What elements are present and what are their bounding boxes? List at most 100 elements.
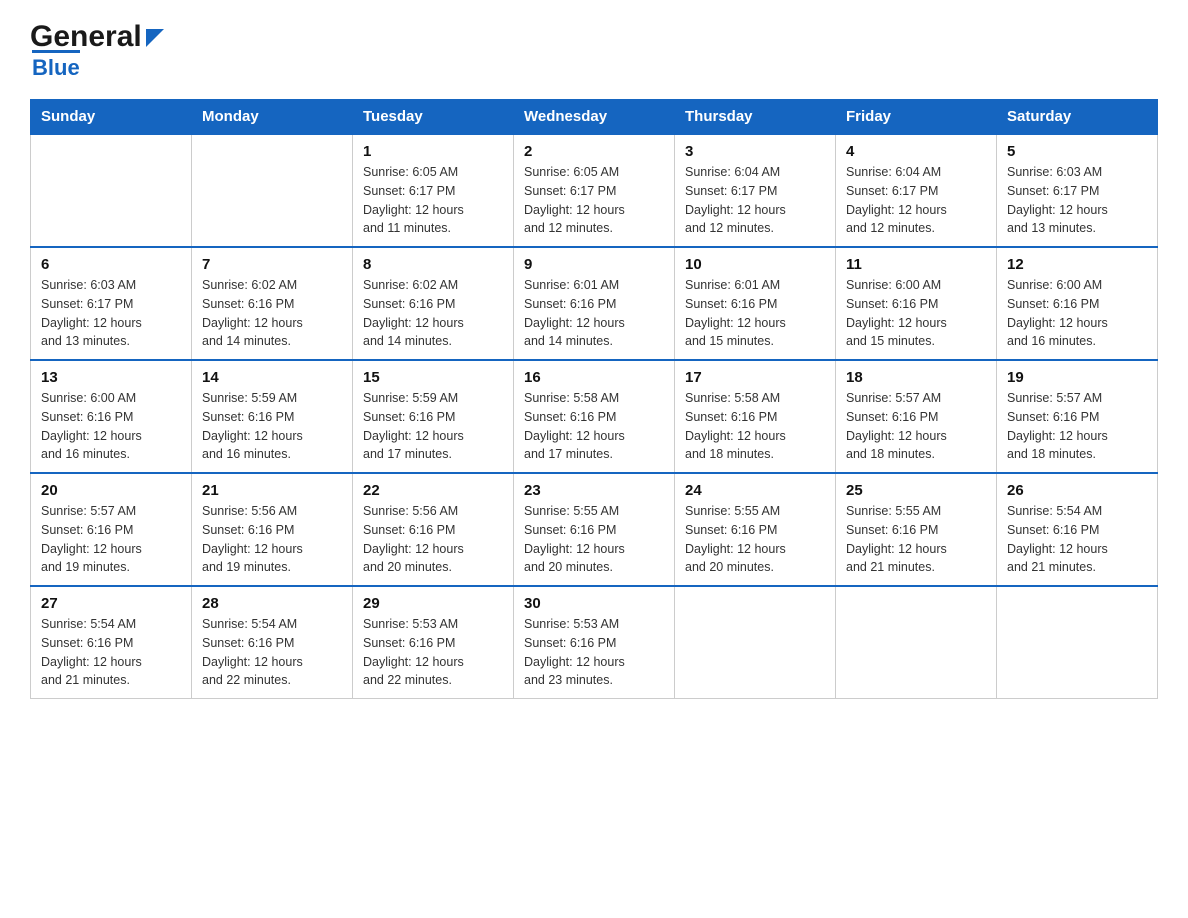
day-number: 1 bbox=[363, 143, 503, 160]
day-info: Sunrise: 6:01 AM Sunset: 6:16 PM Dayligh… bbox=[685, 276, 825, 351]
day-info: Sunrise: 5:58 AM Sunset: 6:16 PM Dayligh… bbox=[524, 389, 664, 464]
day-info: Sunrise: 6:03 AM Sunset: 6:17 PM Dayligh… bbox=[41, 276, 181, 351]
day-number: 10 bbox=[685, 256, 825, 273]
day-number: 25 bbox=[846, 482, 986, 499]
day-info: Sunrise: 6:00 AM Sunset: 6:16 PM Dayligh… bbox=[41, 389, 181, 464]
day-info: Sunrise: 5:55 AM Sunset: 6:16 PM Dayligh… bbox=[524, 502, 664, 577]
weekday-header-row: SundayMondayTuesdayWednesdayThursdayFrid… bbox=[31, 100, 1158, 135]
day-info: Sunrise: 6:05 AM Sunset: 6:17 PM Dayligh… bbox=[363, 163, 503, 238]
day-info: Sunrise: 6:00 AM Sunset: 6:16 PM Dayligh… bbox=[1007, 276, 1147, 351]
day-number: 28 bbox=[202, 595, 342, 612]
calendar-cell: 20 Sunrise: 5:57 AM Sunset: 6:16 PM Dayli… bbox=[31, 473, 192, 586]
day-info: Sunrise: 5:54 AM Sunset: 6:16 PM Dayligh… bbox=[41, 615, 181, 690]
calendar-cell: 10 Sunrise: 6:01 AM Sunset: 6:16 PM Dayli… bbox=[675, 247, 836, 360]
day-number: 30 bbox=[524, 595, 664, 612]
day-info: Sunrise: 6:02 AM Sunset: 6:16 PM Dayligh… bbox=[202, 276, 342, 351]
day-number: 15 bbox=[363, 369, 503, 386]
day-info: Sunrise: 5:57 AM Sunset: 6:16 PM Dayligh… bbox=[41, 502, 181, 577]
day-number: 4 bbox=[846, 143, 986, 160]
day-number: 16 bbox=[524, 369, 664, 386]
calendar-cell: 11Sunrise: 6:00 AM Sunset: 6:16 PM Dayli… bbox=[836, 247, 997, 360]
calendar-cell: 4 Sunrise: 6:04 AM Sunset: 6:17 PM Daylig… bbox=[836, 134, 997, 247]
day-number: 17 bbox=[685, 369, 825, 386]
logo-blue: Blue bbox=[32, 50, 80, 81]
day-number: 11 bbox=[846, 256, 986, 273]
day-number: 24 bbox=[685, 482, 825, 499]
logo-general: General bbox=[30, 20, 142, 54]
calendar-week-5: 27 Sunrise: 5:54 AM Sunset: 6:16 PM Dayli… bbox=[31, 586, 1158, 699]
day-info: Sunrise: 5:56 AM Sunset: 6:16 PM Dayligh… bbox=[202, 502, 342, 577]
day-info: Sunrise: 5:56 AM Sunset: 6:16 PM Dayligh… bbox=[363, 502, 503, 577]
calendar-cell: 7Sunrise: 6:02 AM Sunset: 6:16 PM Daylig… bbox=[192, 247, 353, 360]
calendar-cell: 18 Sunrise: 5:57 AM Sunset: 6:16 PM Dayli… bbox=[836, 360, 997, 473]
day-info: Sunrise: 5:59 AM Sunset: 6:16 PM Dayligh… bbox=[202, 389, 342, 464]
weekday-header-thursday: Thursday bbox=[675, 100, 836, 135]
calendar-cell: 27 Sunrise: 5:54 AM Sunset: 6:16 PM Dayli… bbox=[31, 586, 192, 699]
calendar-cell: 25 Sunrise: 5:55 AM Sunset: 6:16 PM Dayli… bbox=[836, 473, 997, 586]
calendar-cell: 15 Sunrise: 5:59 AM Sunset: 6:16 PM Dayli… bbox=[353, 360, 514, 473]
day-number: 23 bbox=[524, 482, 664, 499]
day-info: Sunrise: 6:03 AM Sunset: 6:17 PM Dayligh… bbox=[1007, 163, 1147, 238]
calendar-cell: 17 Sunrise: 5:58 AM Sunset: 6:16 PM Dayli… bbox=[675, 360, 836, 473]
calendar-cell: 2 Sunrise: 6:05 AM Sunset: 6:17 PM Daylig… bbox=[514, 134, 675, 247]
day-info: Sunrise: 6:01 AM Sunset: 6:16 PM Dayligh… bbox=[524, 276, 664, 351]
day-number: 5 bbox=[1007, 143, 1147, 160]
calendar-cell: 29Sunrise: 5:53 AM Sunset: 6:16 PM Dayli… bbox=[353, 586, 514, 699]
calendar-week-2: 6 Sunrise: 6:03 AM Sunset: 6:17 PM Daylig… bbox=[31, 247, 1158, 360]
day-info: Sunrise: 5:59 AM Sunset: 6:16 PM Dayligh… bbox=[363, 389, 503, 464]
day-info: Sunrise: 6:02 AM Sunset: 6:16 PM Dayligh… bbox=[363, 276, 503, 351]
calendar-cell: 13 Sunrise: 6:00 AM Sunset: 6:16 PM Dayli… bbox=[31, 360, 192, 473]
calendar-cell: 6 Sunrise: 6:03 AM Sunset: 6:17 PM Daylig… bbox=[31, 247, 192, 360]
logo: General Blue bbox=[30, 20, 164, 81]
day-number: 27 bbox=[41, 595, 181, 612]
page-header: General Blue bbox=[30, 20, 1158, 81]
day-number: 14 bbox=[202, 369, 342, 386]
day-info: Sunrise: 6:04 AM Sunset: 6:17 PM Dayligh… bbox=[685, 163, 825, 238]
day-info: Sunrise: 6:04 AM Sunset: 6:17 PM Dayligh… bbox=[846, 163, 986, 238]
calendar-cell bbox=[836, 586, 997, 699]
calendar-cell: 16 Sunrise: 5:58 AM Sunset: 6:16 PM Dayli… bbox=[514, 360, 675, 473]
calendar-body: 1 Sunrise: 6:05 AM Sunset: 6:17 PM Daylig… bbox=[31, 134, 1158, 699]
day-number: 9 bbox=[524, 256, 664, 273]
weekday-header-sunday: Sunday bbox=[31, 100, 192, 135]
weekday-header-tuesday: Tuesday bbox=[353, 100, 514, 135]
day-info: Sunrise: 5:54 AM Sunset: 6:16 PM Dayligh… bbox=[1007, 502, 1147, 577]
calendar-cell: 14 Sunrise: 5:59 AM Sunset: 6:16 PM Dayli… bbox=[192, 360, 353, 473]
calendar-cell bbox=[997, 586, 1158, 699]
calendar-cell: 22 Sunrise: 5:56 AM Sunset: 6:16 PM Dayli… bbox=[353, 473, 514, 586]
day-info: Sunrise: 6:05 AM Sunset: 6:17 PM Dayligh… bbox=[524, 163, 664, 238]
calendar-week-3: 13 Sunrise: 6:00 AM Sunset: 6:16 PM Dayli… bbox=[31, 360, 1158, 473]
calendar-cell bbox=[675, 586, 836, 699]
day-info: Sunrise: 5:57 AM Sunset: 6:16 PM Dayligh… bbox=[846, 389, 986, 464]
calendar-cell: 21Sunrise: 5:56 AM Sunset: 6:16 PM Dayli… bbox=[192, 473, 353, 586]
calendar-cell: 3Sunrise: 6:04 AM Sunset: 6:17 PM Daylig… bbox=[675, 134, 836, 247]
calendar-cell: 23 Sunrise: 5:55 AM Sunset: 6:16 PM Dayli… bbox=[514, 473, 675, 586]
day-number: 26 bbox=[1007, 482, 1147, 499]
day-info: Sunrise: 5:54 AM Sunset: 6:16 PM Dayligh… bbox=[202, 615, 342, 690]
weekday-header-wednesday: Wednesday bbox=[514, 100, 675, 135]
day-number: 8 bbox=[363, 256, 503, 273]
calendar-cell: 8 Sunrise: 6:02 AM Sunset: 6:16 PM Daylig… bbox=[353, 247, 514, 360]
day-number: 22 bbox=[363, 482, 503, 499]
day-number: 12 bbox=[1007, 256, 1147, 273]
day-number: 29 bbox=[363, 595, 503, 612]
calendar-cell: 26 Sunrise: 5:54 AM Sunset: 6:16 PM Dayli… bbox=[997, 473, 1158, 586]
calendar-cell: 24Sunrise: 5:55 AM Sunset: 6:16 PM Dayli… bbox=[675, 473, 836, 586]
weekday-header-monday: Monday bbox=[192, 100, 353, 135]
weekday-header-friday: Friday bbox=[836, 100, 997, 135]
day-number: 18 bbox=[846, 369, 986, 386]
day-number: 6 bbox=[41, 256, 181, 273]
calendar-cell bbox=[192, 134, 353, 247]
day-info: Sunrise: 5:53 AM Sunset: 6:16 PM Dayligh… bbox=[524, 615, 664, 690]
day-number: 19 bbox=[1007, 369, 1147, 386]
day-number: 2 bbox=[524, 143, 664, 160]
day-number: 20 bbox=[41, 482, 181, 499]
day-info: Sunrise: 5:58 AM Sunset: 6:16 PM Dayligh… bbox=[685, 389, 825, 464]
calendar-cell bbox=[31, 134, 192, 247]
calendar-cell: 5 Sunrise: 6:03 AM Sunset: 6:17 PM Daylig… bbox=[997, 134, 1158, 247]
calendar-cell: 1 Sunrise: 6:05 AM Sunset: 6:17 PM Daylig… bbox=[353, 134, 514, 247]
day-number: 13 bbox=[41, 369, 181, 386]
calendar-table: SundayMondayTuesdayWednesdayThursdayFrid… bbox=[30, 99, 1158, 699]
logo-triangle-icon bbox=[146, 29, 164, 47]
day-info: Sunrise: 5:55 AM Sunset: 6:16 PM Dayligh… bbox=[846, 502, 986, 577]
